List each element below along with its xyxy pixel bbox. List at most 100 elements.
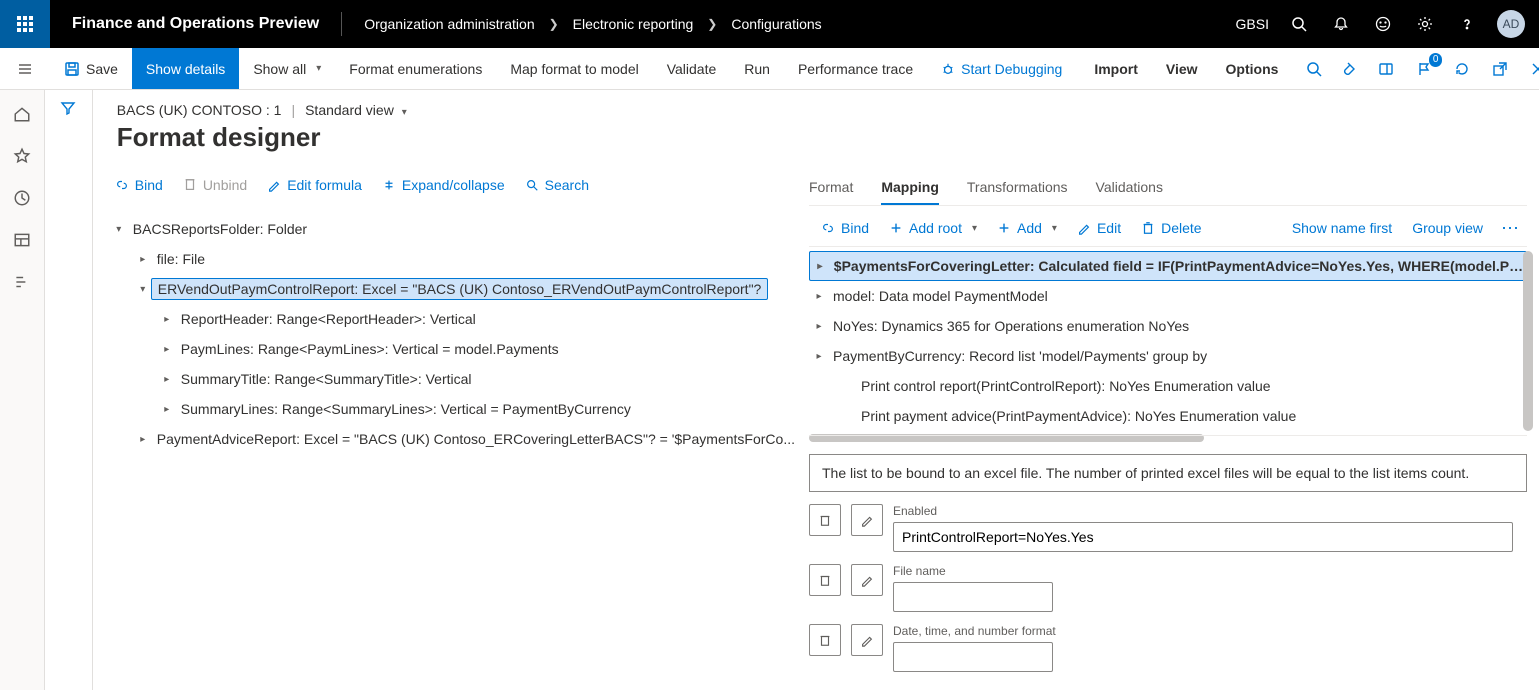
delete-filename-button[interactable] — [809, 564, 841, 596]
show-all-button[interactable]: Show all ▾ — [239, 48, 335, 89]
horizontal-scrollbar[interactable] — [101, 668, 801, 684]
content: BACS (UK) CONTOSO : 1 | Standard view ▾ … — [45, 90, 1539, 690]
group-view-button[interactable]: Group view — [1404, 216, 1491, 240]
show-name-first-button[interactable]: Show name first — [1284, 216, 1400, 240]
tab-transformations[interactable]: Transformations — [967, 173, 1068, 205]
search-command-button[interactable] — [1292, 48, 1336, 89]
validate-button[interactable]: Validate — [653, 48, 731, 89]
tab-validations[interactable]: Validations — [1096, 173, 1163, 205]
options-label: Options — [1226, 61, 1279, 77]
gear-icon[interactable] — [1413, 12, 1437, 36]
datasource-row[interactable]: ▸PaymentByCurrency: Record list 'model/P… — [809, 341, 1527, 371]
start-debugging-button[interactable]: Start Debugging — [927, 48, 1076, 89]
filename-input[interactable] — [893, 582, 1053, 612]
company-label[interactable]: GBSI — [1236, 16, 1269, 32]
bind-button[interactable]: Bind — [107, 173, 171, 197]
ds-edit-button[interactable]: Edit — [1069, 216, 1129, 240]
datasource-row[interactable]: ▸NoYes: Dynamics 365 for Operations enum… — [809, 311, 1527, 341]
tree-row[interactable]: ▸SummaryLines: Range<SummaryLines>: Vert… — [111, 394, 801, 424]
more-icon[interactable]: ⋯ — [1495, 218, 1527, 239]
bell-icon[interactable] — [1329, 12, 1353, 36]
smiley-icon[interactable] — [1371, 12, 1395, 36]
delete-datefmt-button[interactable] — [809, 624, 841, 656]
chevron-down-icon: ▾ — [972, 223, 977, 234]
edit-enabled-button[interactable] — [851, 504, 883, 536]
ds-bind-button[interactable]: Bind — [813, 216, 877, 240]
run-button[interactable]: Run — [730, 48, 784, 89]
filter-icon[interactable] — [60, 100, 76, 690]
edit-filename-button[interactable] — [851, 564, 883, 596]
tree-row[interactable]: ▸PaymentAdviceReport: Excel = "BACS (UK)… — [111, 424, 801, 454]
app-launcher-button[interactable] — [0, 0, 50, 48]
performance-trace-button[interactable]: Performance trace — [784, 48, 927, 89]
help-icon[interactable] — [1455, 12, 1479, 36]
vertical-scrollbar[interactable] — [1523, 251, 1533, 431]
unbind-button[interactable]: Unbind — [175, 173, 255, 197]
ds-delete-button[interactable]: Delete — [1133, 216, 1209, 240]
search-tree-button[interactable]: Search — [517, 173, 597, 197]
clock-icon[interactable] — [10, 186, 34, 210]
add-root-button[interactable]: Add root ▾ — [881, 216, 985, 240]
hamburger-button[interactable] — [0, 48, 50, 89]
map-format-to-model-button[interactable]: Map format to model — [496, 48, 652, 89]
attach-icon[interactable] — [1336, 57, 1360, 81]
chevron-right-icon[interactable]: ▸ — [159, 404, 175, 415]
home-icon[interactable] — [10, 102, 34, 126]
add-button[interactable]: Add ▾ — [989, 216, 1065, 240]
datasource-row[interactable]: Print payment advice(PrintPaymentAdvice)… — [809, 401, 1527, 431]
modules-icon[interactable] — [10, 270, 34, 294]
expand-collapse-label: Expand/collapse — [402, 177, 505, 193]
delete-enabled-button[interactable] — [809, 504, 841, 536]
enabled-label: Enabled — [893, 504, 1513, 518]
datefmt-input[interactable] — [893, 642, 1053, 672]
search-icon[interactable] — [1287, 12, 1311, 36]
chevron-right-icon[interactable]: ▸ — [135, 434, 151, 445]
tree-row[interactable]: ▾ERVendOutPaymControlReport: Excel = "BA… — [111, 274, 801, 304]
breadcrumb-item[interactable]: Organization administration — [364, 16, 534, 32]
flag-icon[interactable]: 0 — [1412, 57, 1436, 81]
chevron-right-icon[interactable]: ▸ — [135, 254, 151, 265]
expand-collapse-button[interactable]: Expand/collapse — [374, 173, 513, 197]
edit-datefmt-button[interactable] — [851, 624, 883, 656]
chevron-down-icon[interactable]: ▾ — [111, 224, 127, 235]
format-tree[interactable]: ▾BACSReportsFolder: Folder▸file: File▾ER… — [101, 208, 801, 668]
tree-row[interactable]: ▸ReportHeader: Range<ReportHeader>: Vert… — [111, 304, 801, 334]
tree-row[interactable]: ▸PaymLines: Range<PaymLines>: Vertical =… — [111, 334, 801, 364]
chevron-right-icon[interactable]: ▸ — [809, 321, 829, 332]
popout-icon[interactable] — [1488, 57, 1512, 81]
edit-formula-button[interactable]: Edit formula — [259, 173, 370, 197]
datasource-row[interactable]: ▸model: Data model PaymentModel — [809, 281, 1527, 311]
breadcrumb-item[interactable]: Electronic reporting — [573, 16, 694, 32]
tree-row[interactable]: ▾BACSReportsFolder: Folder — [111, 214, 801, 244]
chevron-right-icon[interactable]: ▸ — [159, 314, 175, 325]
datasource-row[interactable]: ▸$PaymentsForCoveringLetter: Calculated … — [809, 251, 1527, 281]
workspace-icon[interactable] — [10, 228, 34, 252]
enabled-input[interactable] — [893, 522, 1513, 552]
tab-mapping[interactable]: Mapping — [881, 173, 939, 205]
breadcrumb-item[interactable]: Configurations — [731, 16, 821, 32]
tab-format[interactable]: Format — [809, 173, 853, 205]
view-menu-button[interactable]: View — [1152, 48, 1212, 89]
refresh-icon[interactable] — [1450, 57, 1474, 81]
avatar[interactable]: AD — [1497, 10, 1525, 38]
chevron-right-icon[interactable]: ▸ — [159, 344, 175, 355]
chevron-right-icon[interactable]: ▸ — [810, 261, 830, 272]
chevron-down-icon[interactable]: ▾ — [135, 284, 151, 295]
save-button[interactable]: Save — [50, 48, 132, 89]
show-details-button[interactable]: Show details — [132, 48, 239, 89]
tree-row[interactable]: ▸SummaryTitle: Range<SummaryTitle>: Vert… — [111, 364, 801, 394]
chevron-down-icon: ▾ — [402, 107, 407, 118]
close-icon[interactable] — [1526, 57, 1539, 81]
chevron-right-icon[interactable]: ▸ — [809, 351, 829, 362]
star-icon[interactable] — [10, 144, 34, 168]
datasource-row[interactable]: Print control report(PrintControlReport)… — [809, 371, 1527, 401]
panel-icon[interactable] — [1374, 57, 1398, 81]
options-menu-button[interactable]: Options — [1212, 48, 1293, 89]
chevron-right-icon[interactable]: ▸ — [159, 374, 175, 385]
import-button[interactable]: Import — [1080, 48, 1152, 89]
chevron-right-icon[interactable]: ▸ — [809, 291, 829, 302]
format-enumerations-button[interactable]: Format enumerations — [335, 48, 496, 89]
tree-row[interactable]: ▸file: File — [111, 244, 801, 274]
datasource-tree[interactable]: ▸$PaymentsForCoveringLetter: Calculated … — [809, 246, 1527, 436]
view-selector[interactable]: Standard view ▾ — [305, 102, 407, 118]
